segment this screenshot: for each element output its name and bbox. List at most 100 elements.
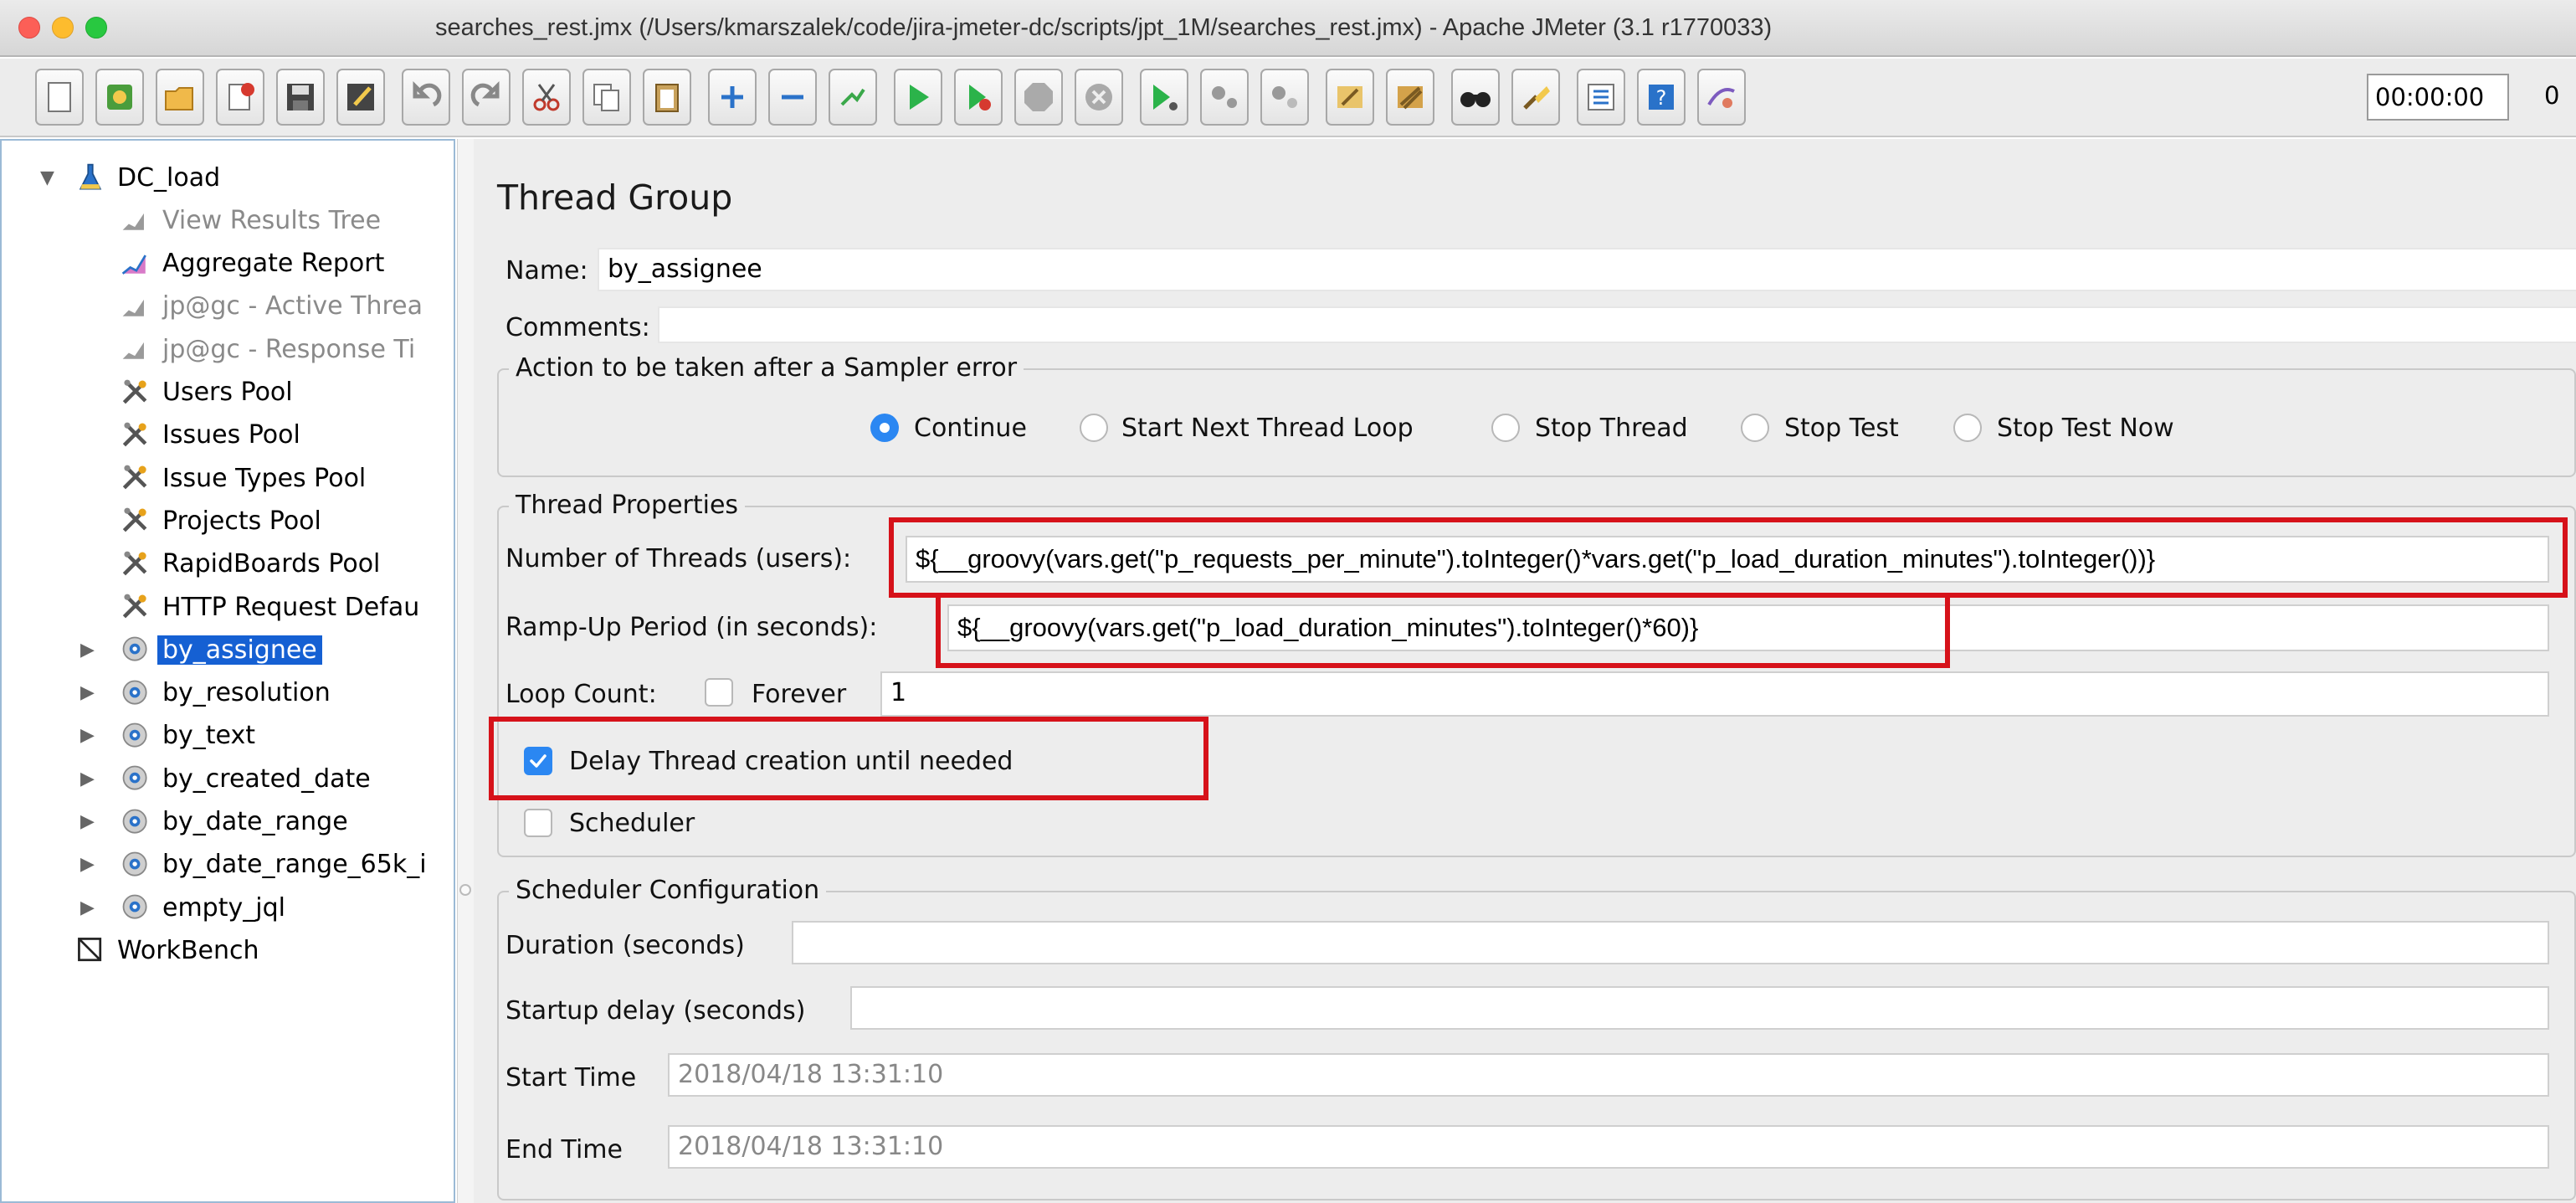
function-helper-button[interactable] [1577,69,1625,126]
tree-item[interactable]: Issues Pool [119,415,300,455]
ssl-manager-button[interactable] [1697,69,1746,126]
tree-item[interactable]: jp@gc - Response Ti [119,329,415,369]
tree-item[interactable]: Issue Types Pool [119,458,366,498]
tree-item[interactable]: HTTP Request Defau [119,587,419,627]
tree-item-label: by_created_date [162,763,371,794]
tree-item[interactable]: ▶ by_date_range_65k_i [80,845,427,885]
tree-item[interactable]: jp@gc - Active Threa [119,286,423,326]
redo-button[interactable] [462,69,511,126]
tree-item[interactable]: WorkBench [74,930,259,970]
copy-button[interactable] [582,69,631,126]
tree-scrollbar[interactable] [457,139,474,1203]
templates-button[interactable] [95,69,144,126]
loop-count-input[interactable]: 1 [880,671,2549,717]
undo-button[interactable] [402,69,450,126]
window-close-button[interactable] [18,17,40,39]
collapsed-arrow-icon[interactable]: ▶ [80,682,95,703]
clear-all-button[interactable] [1386,69,1434,126]
shutdown-button[interactable] [1075,69,1123,126]
collapsed-arrow-icon[interactable]: ▶ [80,854,95,875]
tree-item[interactable]: ▶ by_date_range [80,802,348,842]
listener-icon [119,290,152,323]
reset-search-button[interactable] [1511,69,1560,126]
end-time-input[interactable]: 2018/04/18 13:31:10 [668,1125,2549,1169]
report-icon [119,247,152,280]
tree-item-label: RapidBoards Pool [162,549,381,579]
window-maximize-button[interactable] [85,17,107,39]
save-button[interactable] [276,69,325,126]
thread-group-icon [119,719,152,753]
collapsed-arrow-icon[interactable]: ▶ [80,725,95,746]
remote-start-button[interactable] [1140,69,1188,126]
remote-stop-button[interactable] [1200,69,1249,126]
start-button[interactable] [894,69,942,126]
forever-checkbox[interactable] [705,678,733,707]
tree-item[interactable]: Aggregate Report [119,244,384,284]
name-label: Name: [505,256,588,285]
cut-icon [533,84,560,111]
collapsed-arrow-icon[interactable]: ▶ [80,897,95,918]
rampup-input[interactable]: ${__groovy(vars.get("p_load_duration_min… [947,604,2549,651]
save-as-button[interactable] [336,69,385,126]
window-minimize-button[interactable] [52,17,74,39]
split-handle[interactable] [459,884,471,896]
delay-thread-checkbox[interactable] [524,747,552,775]
tree-item-label: DC_load [117,162,221,193]
tree-item[interactable]: View Results Tree [119,200,381,240]
save-icon [287,84,314,111]
start-time-input[interactable]: 2018/04/18 13:31:10 [668,1053,2549,1097]
cut-button[interactable] [522,69,571,126]
save-as-icon [347,84,374,111]
thread-group-icon [119,762,152,795]
expand-button[interactable] [708,69,757,126]
config-icon [119,419,152,452]
comments-input[interactable] [658,306,2576,343]
paste-button[interactable] [643,69,691,126]
tree-item[interactable]: RapidBoards Pool [119,544,380,584]
startup-delay-label: Startup delay (seconds) [505,996,806,1026]
tree-item-label: Issues Pool [162,420,300,450]
search-button[interactable] [1451,69,1500,126]
start-next-loop-radio[interactable] [1080,414,1108,442]
toggle-button[interactable] [829,69,877,126]
collapsed-arrow-icon[interactable]: ▶ [80,769,95,789]
tree-item[interactable]: ▼ DC_load [40,157,221,198]
clear-button[interactable] [1326,69,1374,126]
tree-item[interactable]: ▶ by_resolution [80,673,331,713]
tree-item[interactable]: ▶ by_assignee [80,630,322,670]
tree-item[interactable]: Projects Pool [119,501,321,541]
tree-item[interactable]: ▶ by_created_date [80,758,371,799]
continue-radio[interactable] [870,414,899,442]
stop-thread-radio[interactable] [1491,414,1520,442]
test-plan-tree[interactable]: ▼ DC_load View Results Tree Aggregate Repor… [0,139,455,1203]
stop-button[interactable] [1014,69,1063,126]
open-button[interactable] [156,69,204,126]
collapsed-arrow-icon[interactable]: ▶ [80,640,95,661]
thread-group-icon [119,805,152,839]
name-input[interactable]: by_assignee [598,248,2576,291]
tree-item-label: View Results Tree [162,205,382,235]
help-button[interactable]: ? [1637,69,1686,126]
collapsed-arrow-icon[interactable]: ▶ [80,811,95,832]
startup-delay-input[interactable] [850,986,2549,1030]
stop-test-now-radio[interactable] [1953,414,1982,442]
tree-item[interactable]: ▶ empty_jql [80,887,285,928]
tree-item-label: by_text [162,721,256,751]
scheduler-checkbox[interactable] [524,809,552,837]
remote-shutdown-button[interactable] [1260,69,1309,126]
collapse-button[interactable] [768,69,817,126]
duration-input[interactable] [792,921,2549,964]
reset-search-icon [1523,86,1550,110]
tree-item[interactable]: ▶ by_text [80,716,256,756]
scheduler-label: Scheduler [569,809,695,838]
stop-test-radio[interactable] [1741,414,1769,442]
start-no-pause-button[interactable] [954,69,1003,126]
tree-item[interactable]: Users Pool [119,373,293,413]
tree-item-label: Projects Pool [162,506,321,536]
config-icon [119,590,152,624]
close-button[interactable] [216,69,264,126]
new-button[interactable] [35,69,84,126]
expanded-arrow-icon[interactable]: ▼ [40,167,54,188]
expand-icon [721,86,743,108]
threads-input[interactable]: ${__groovy(vars.get("p_requests_per_minu… [906,536,2549,583]
